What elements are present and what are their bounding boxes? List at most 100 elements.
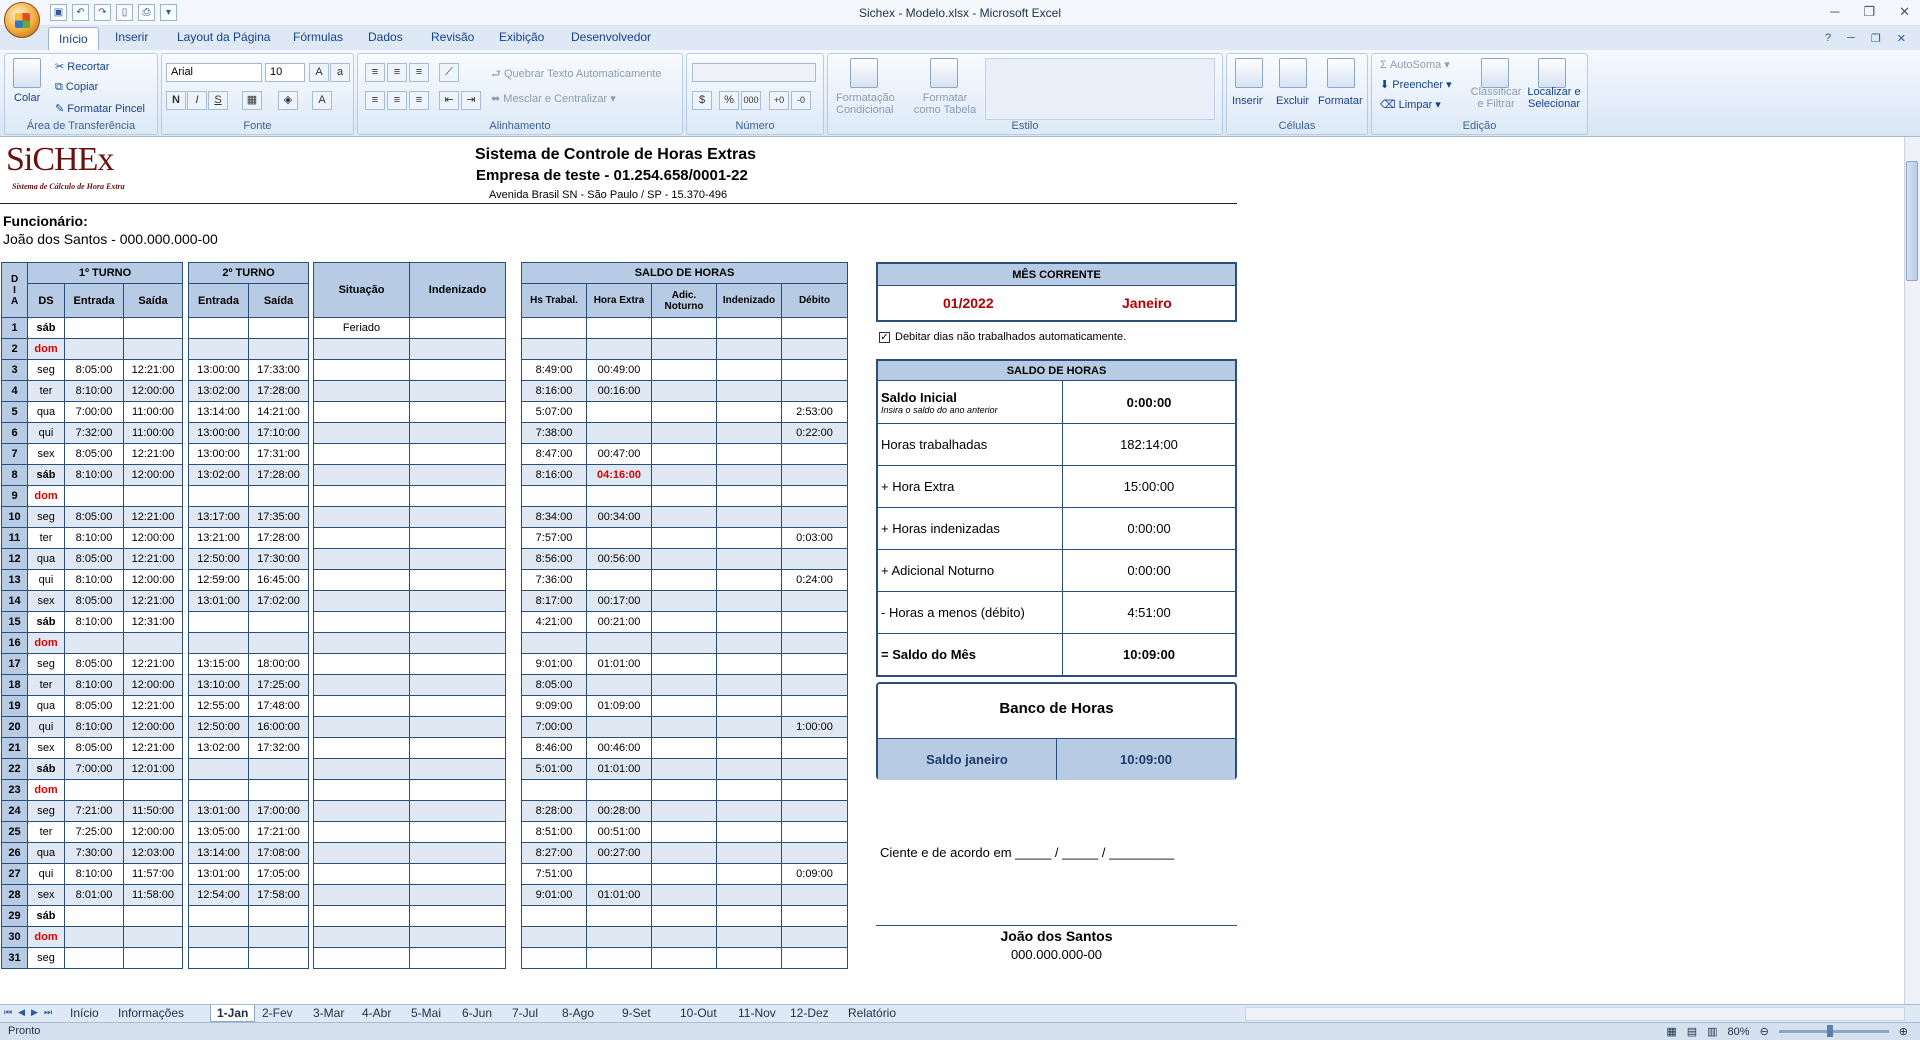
- cell-sit[interactable]: [313, 842, 410, 864]
- cell-hs[interactable]: 5:01:00: [521, 758, 587, 780]
- wrap-text-button[interactable]: ⮐ Quebrar Texto Automaticamente: [491, 65, 662, 84]
- cell-he[interactable]: 00:34:00: [586, 506, 652, 528]
- zoom-slider-knob[interactable]: [1826, 1025, 1833, 1037]
- cell-an[interactable]: [651, 674, 717, 696]
- cell-an[interactable]: [651, 485, 717, 507]
- cell-s2[interactable]: [248, 926, 309, 948]
- cell-he[interactable]: 01:01:00: [586, 758, 652, 780]
- cell-he[interactable]: [586, 401, 652, 423]
- find-select-button[interactable]: Localizar e Selecionar: [1523, 86, 1585, 110]
- decrease-decimal-icon[interactable]: -0: [791, 91, 811, 110]
- grow-font-icon[interactable]: A: [309, 63, 329, 82]
- cell-e1[interactable]: [64, 905, 124, 927]
- cell-s1[interactable]: 11:58:00: [122, 884, 184, 906]
- sheet-tab[interactable]: 1-Jan: [210, 1005, 256, 1022]
- sheet-tab[interactable]: 2-Fev: [262, 1005, 293, 1022]
- underline-icon[interactable]: S: [208, 91, 228, 110]
- cell-he[interactable]: 00:28:00: [586, 800, 652, 822]
- orientation-icon[interactable]: ⟋: [439, 63, 459, 82]
- cell-ind[interactable]: [409, 443, 506, 465]
- cell-d[interactable]: 8: [1, 464, 28, 486]
- tab-desenvolvedor[interactable]: Desenvolvedor: [571, 30, 651, 44]
- zoom-level[interactable]: 80%: [1728, 1026, 1750, 1038]
- align-right-icon[interactable]: ≡: [409, 91, 429, 110]
- cell-an[interactable]: [651, 632, 717, 654]
- cell-e2[interactable]: [188, 485, 249, 507]
- sheet-tab[interactable]: 7-Jul: [512, 1005, 538, 1022]
- align-center-icon[interactable]: ≡: [387, 91, 407, 110]
- italic-icon[interactable]: I: [187, 91, 207, 110]
- thousands-icon[interactable]: 000: [741, 91, 761, 110]
- cell-sit[interactable]: [313, 422, 410, 444]
- cell-s2[interactable]: 17:31:00: [248, 443, 309, 465]
- cell-ds[interactable]: qua: [27, 401, 65, 423]
- cell-s2[interactable]: 17:28:00: [248, 380, 309, 402]
- cell-ds[interactable]: dom: [27, 779, 65, 801]
- sheet-tab[interactable]: 11-Nov: [738, 1005, 776, 1022]
- increase-decimal-icon[interactable]: +0: [769, 91, 789, 110]
- border-icon[interactable]: ▦: [242, 91, 262, 110]
- cell-ind[interactable]: [409, 359, 506, 381]
- cell-s1[interactable]: 12:31:00: [122, 611, 184, 633]
- cell-sit[interactable]: [313, 674, 410, 696]
- cell-deb[interactable]: [781, 506, 848, 528]
- vertical-scroll-thumb[interactable]: [1906, 161, 1918, 281]
- cell-he[interactable]: 01:09:00: [586, 695, 652, 717]
- cell-he[interactable]: 00:16:00: [586, 380, 652, 402]
- cell-sit[interactable]: [313, 632, 410, 654]
- cell-deb[interactable]: [781, 758, 848, 780]
- cell-e1[interactable]: 8:10:00: [64, 569, 124, 591]
- cell-e2[interactable]: 13:00:00: [188, 422, 249, 444]
- cell-ind[interactable]: [409, 527, 506, 549]
- cell-e1[interactable]: [64, 632, 124, 654]
- cell-he[interactable]: [586, 947, 652, 969]
- cell-ind2[interactable]: [716, 611, 782, 633]
- cell-he[interactable]: [586, 485, 652, 507]
- cell-e1[interactable]: 7:32:00: [64, 422, 124, 444]
- cell-ind2[interactable]: [716, 905, 782, 927]
- sheet-tab[interactable]: 10-Out: [680, 1005, 717, 1022]
- close-icon[interactable]: ✕: [1899, 4, 1910, 20]
- align-middle-icon[interactable]: ≡: [387, 63, 407, 82]
- sheet-tab[interactable]: 5-Mai: [411, 1005, 441, 1022]
- cell-d[interactable]: 6: [1, 422, 28, 444]
- cell-s2[interactable]: 17:05:00: [248, 863, 309, 885]
- cell-ds[interactable]: sex: [27, 884, 65, 906]
- cell-s1[interactable]: 11:00:00: [122, 422, 184, 444]
- cell-sit[interactable]: [313, 485, 410, 507]
- cell-s2[interactable]: 16:45:00: [248, 569, 309, 591]
- cut-button[interactable]: ✂ Recortar: [55, 60, 109, 73]
- cell-hs[interactable]: [521, 632, 587, 654]
- cell-ind2[interactable]: [716, 380, 782, 402]
- cell-s2[interactable]: 17:25:00: [248, 674, 309, 696]
- cell-s2[interactable]: 17:02:00: [248, 590, 309, 612]
- cell-hs[interactable]: 9:09:00: [521, 695, 587, 717]
- cell-an[interactable]: [651, 464, 717, 486]
- debitar-checkbox-row[interactable]: ✓ Debitar dias não trabalhados automatic…: [879, 331, 1126, 343]
- format-cells-icon[interactable]: [1327, 58, 1355, 88]
- cell-an[interactable]: [651, 905, 717, 927]
- cell-ds[interactable]: ter: [27, 380, 65, 402]
- cell-e2[interactable]: [188, 317, 249, 339]
- cell-ind[interactable]: [409, 926, 506, 948]
- cell-ds[interactable]: dom: [27, 485, 65, 507]
- restore-icon[interactable]: ❐: [1863, 4, 1875, 20]
- fill-color-icon[interactable]: ◈: [278, 91, 298, 110]
- cell-ind[interactable]: [409, 422, 506, 444]
- cell-ind2[interactable]: [716, 779, 782, 801]
- cell-ind2[interactable]: [716, 653, 782, 675]
- cell-ds[interactable]: dom: [27, 338, 65, 360]
- cell-ds[interactable]: ter: [27, 821, 65, 843]
- cell-d[interactable]: 16: [1, 632, 28, 654]
- cell-s1[interactable]: [122, 947, 184, 969]
- cell-hs[interactable]: [521, 779, 587, 801]
- cell-ds[interactable]: sex: [27, 590, 65, 612]
- cell-hs[interactable]: [521, 947, 587, 969]
- doc-minimize-icon[interactable]: ─: [1847, 32, 1855, 45]
- tab-inicio[interactable]: Início: [48, 27, 99, 50]
- cell-ind[interactable]: [409, 905, 506, 927]
- sheet-tab[interactable]: 9-Set: [622, 1005, 651, 1022]
- cell-an[interactable]: [651, 548, 717, 570]
- cell-deb[interactable]: 1:00:00: [781, 716, 848, 738]
- cell-deb[interactable]: 0:24:00: [781, 569, 848, 591]
